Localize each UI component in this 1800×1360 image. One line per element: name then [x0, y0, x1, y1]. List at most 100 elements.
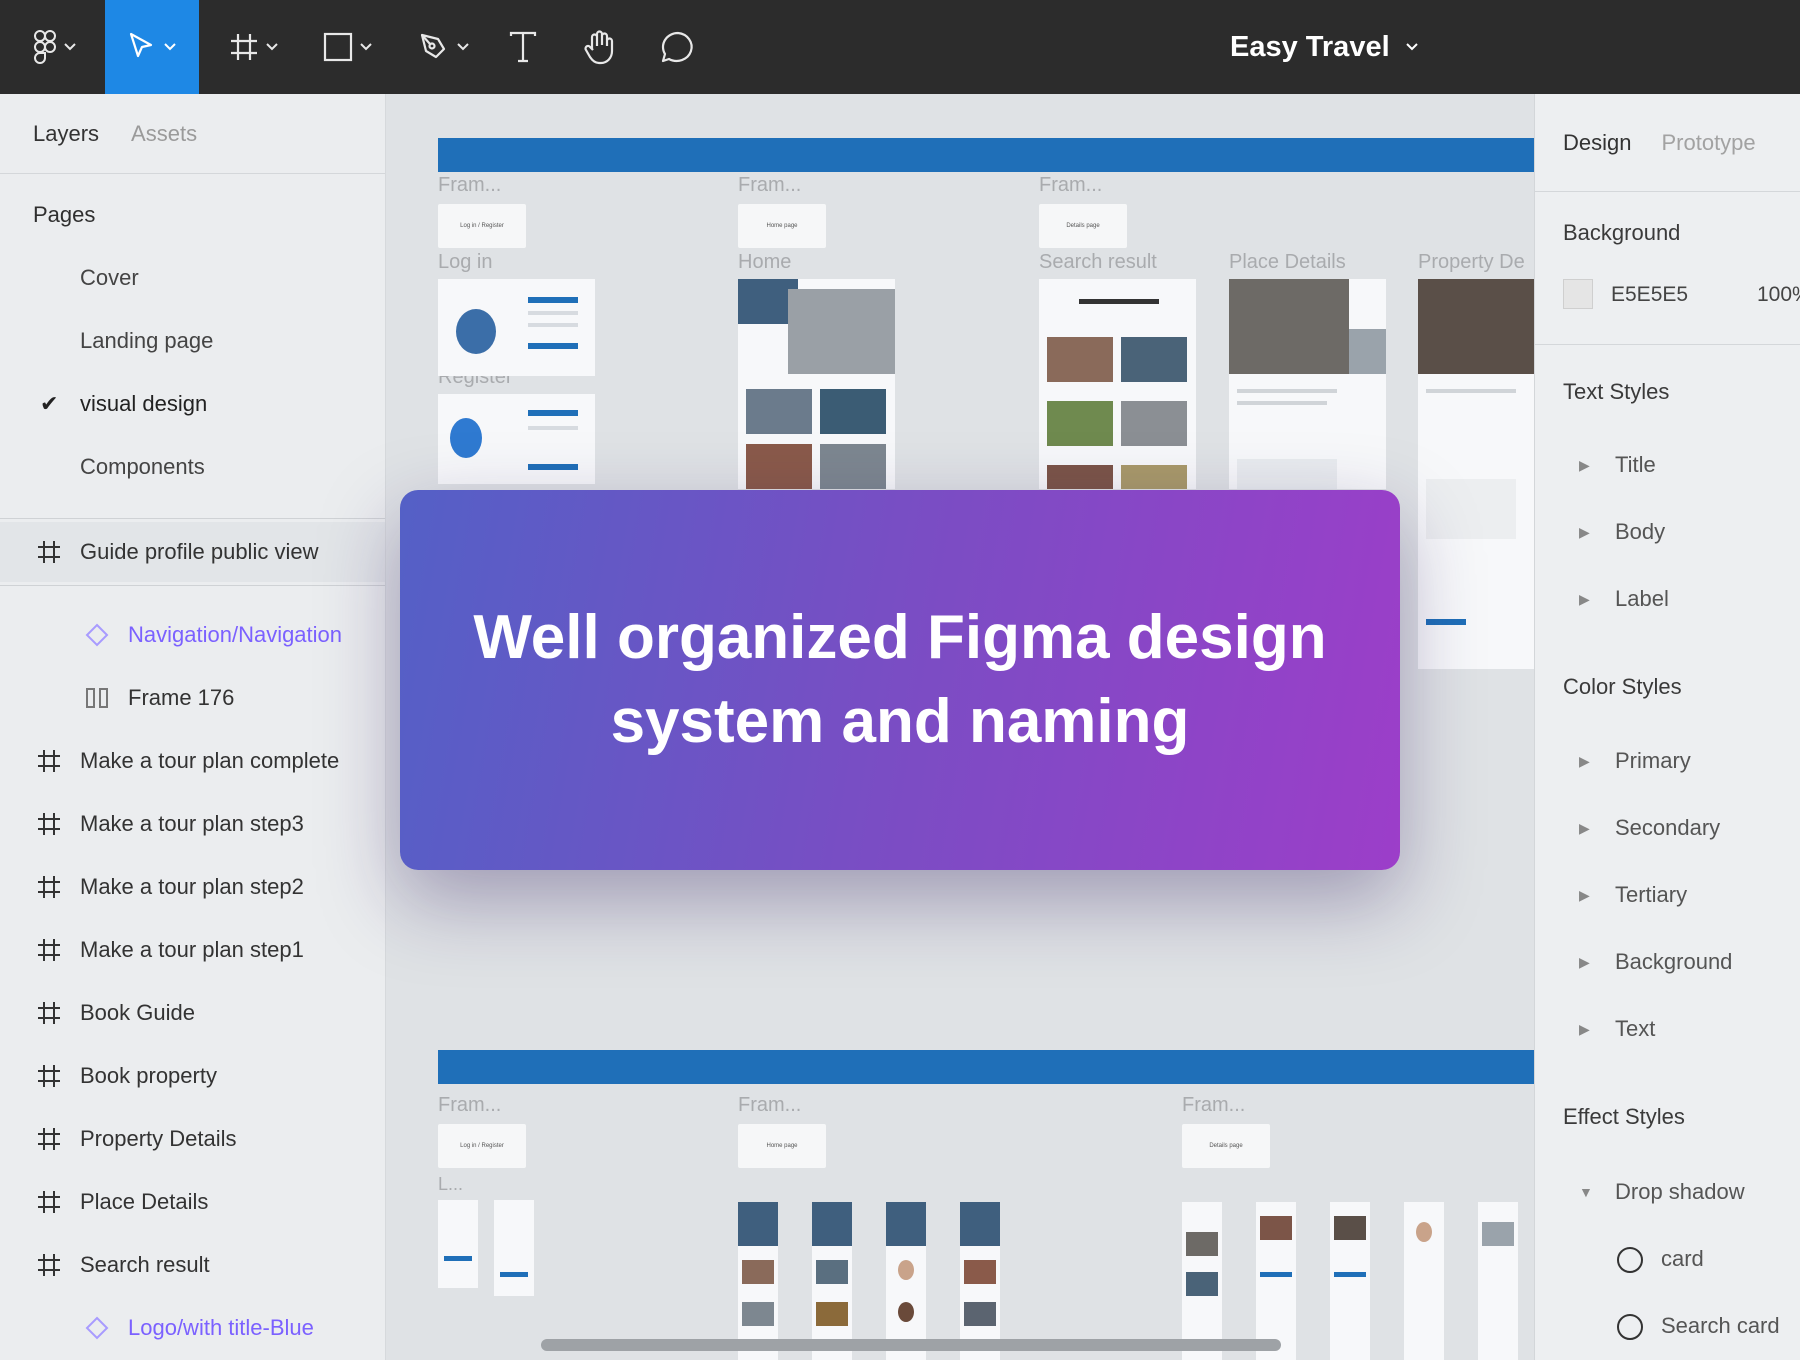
frame-label[interactable]: Fram...: [738, 174, 801, 197]
mobile-screen-thumbnail[interactable]: [1330, 1202, 1370, 1360]
frame-chip[interactable]: Log in / Register: [438, 204, 526, 248]
frame-label[interactable]: Fram...: [438, 1094, 501, 1117]
frame-chip[interactable]: Log in / Register: [438, 1124, 526, 1168]
tab-design[interactable]: Design: [1563, 130, 1631, 156]
page-item-visual-design[interactable]: visual design: [80, 391, 207, 417]
frame-chip[interactable]: Home page: [738, 1124, 826, 1168]
horizontal-scrollbar[interactable]: [541, 1339, 1281, 1351]
property-details-thumbnail[interactable]: [1418, 279, 1534, 669]
color-style-primary[interactable]: Primary: [1615, 748, 1691, 774]
comment-tool-button[interactable]: [656, 0, 700, 94]
hand-tool-button[interactable]: [578, 0, 622, 94]
effect-style-card[interactable]: card: [1661, 1246, 1704, 1272]
screen-label-search-result[interactable]: Search result: [1039, 251, 1157, 274]
mobile-screen-thumbnail[interactable]: [738, 1202, 778, 1360]
background-color-swatch[interactable]: [1563, 279, 1593, 309]
section-header-bar-top[interactable]: [438, 138, 1534, 172]
background-opacity-input[interactable]: 100%: [1757, 283, 1800, 307]
layer-make-a-tour-plan-step2[interactable]: Make a tour plan step2: [0, 857, 385, 917]
background-hex-input[interactable]: E5E5E5: [1611, 283, 1688, 307]
home-screen-thumbnail[interactable]: [738, 279, 895, 489]
divider: [1535, 344, 1800, 345]
screen-label-login[interactable]: Log in: [438, 251, 493, 274]
mobile-screen-thumbnail[interactable]: [960, 1202, 1000, 1360]
banner-headline: Well organized Figma design system and n…: [473, 603, 1327, 756]
text-styles-heading: Text Styles: [1563, 379, 1670, 404]
section-header-bar-bottom[interactable]: [438, 1050, 1534, 1084]
frame-icon: [38, 1128, 60, 1150]
layer-navigation-component[interactable]: Navigation/Navigation: [0, 605, 385, 665]
layer-search-result[interactable]: Search result: [0, 1235, 385, 1295]
move-tool-button[interactable]: [105, 0, 199, 94]
search-result-thumbnail[interactable]: [1039, 279, 1196, 489]
register-screen-thumbnail[interactable]: [438, 394, 595, 484]
color-style-background[interactable]: Background: [1615, 949, 1732, 975]
mobile-screen-thumbnail[interactable]: [494, 1200, 534, 1296]
text-tool-button[interactable]: [502, 0, 544, 94]
page-item-components[interactable]: Components: [80, 454, 205, 480]
frame-tool-button[interactable]: [222, 0, 286, 94]
frame-icon: [38, 541, 60, 563]
page-item-landing-page[interactable]: Landing page: [80, 328, 213, 354]
mobile-screen-thumbnail[interactable]: [1478, 1202, 1518, 1360]
figma-logo-icon: [33, 30, 56, 64]
frame-icon: [38, 939, 60, 961]
place-details-thumbnail[interactable]: [1229, 279, 1386, 489]
frame-label[interactable]: Fram...: [438, 174, 501, 197]
color-style-secondary[interactable]: Secondary: [1615, 815, 1720, 841]
text-style-body[interactable]: Body: [1615, 519, 1665, 545]
text-style-label[interactable]: Label: [1615, 586, 1669, 612]
file-title: Easy Travel: [1230, 30, 1390, 63]
layer-make-a-tour-plan-step3[interactable]: Make a tour plan step3: [0, 794, 385, 854]
frame-label[interactable]: Fram...: [1182, 1094, 1245, 1117]
frame-label[interactable]: L...: [438, 1174, 463, 1195]
check-icon: ✔: [40, 391, 59, 416]
layer-book-property[interactable]: Book property: [0, 1046, 385, 1106]
frame-chip[interactable]: Details page: [1182, 1124, 1270, 1168]
tab-prototype[interactable]: Prototype: [1661, 130, 1755, 156]
login-screen-thumbnail[interactable]: [438, 279, 595, 376]
layer-guide-profile-public-view[interactable]: Guide profile public view: [0, 522, 385, 582]
mobile-screen-thumbnail[interactable]: [1256, 1202, 1296, 1360]
layer-name: Make a tour plan complete: [80, 748, 340, 773]
color-style-text[interactable]: Text: [1615, 1016, 1655, 1042]
pen-tool-button[interactable]: [412, 0, 476, 94]
text-style-title[interactable]: Title: [1615, 452, 1656, 478]
pages-heading[interactable]: Pages: [33, 202, 95, 228]
layer-book-guide[interactable]: Book Guide: [0, 983, 385, 1043]
layer-logo-with-title-blue[interactable]: Logo/with title-Blue: [0, 1298, 385, 1358]
shape-tool-button[interactable]: [316, 0, 380, 94]
layer-place-details[interactable]: Place Details: [0, 1172, 385, 1232]
layer-make-a-tour-plan-complete[interactable]: Make a tour plan complete: [0, 731, 385, 791]
mobile-screen-thumbnail[interactable]: [812, 1202, 852, 1360]
frame-label[interactable]: Fram...: [738, 1094, 801, 1117]
caret-right-icon: ▶: [1579, 820, 1590, 836]
caret-right-icon: ▶: [1579, 887, 1590, 903]
figma-menu-button[interactable]: [20, 0, 90, 94]
mobile-screen-thumbnail[interactable]: [886, 1202, 926, 1360]
layer-name: Book Guide: [80, 1000, 195, 1025]
mobile-screen-thumbnail[interactable]: [1404, 1202, 1444, 1360]
mobile-screen-thumbnail[interactable]: [1182, 1202, 1222, 1360]
caret-down-icon: ▼: [1579, 1184, 1593, 1200]
layers-panel: Layers Assets Pages Cover Landing page ✔…: [0, 94, 386, 1360]
mobile-screen-thumbnail[interactable]: [438, 1200, 478, 1288]
chevron-down-icon: [457, 43, 469, 51]
screen-label-property-details[interactable]: Property De: [1418, 251, 1525, 274]
frame-icon: [38, 1002, 60, 1024]
file-title-menu[interactable]: Easy Travel: [1230, 0, 1420, 94]
tab-assets[interactable]: Assets: [131, 121, 197, 147]
screen-label-home[interactable]: Home: [738, 251, 791, 274]
frame-chip[interactable]: Home page: [738, 204, 826, 248]
frame-chip[interactable]: Details page: [1039, 204, 1127, 248]
tab-layers[interactable]: Layers: [33, 121, 99, 147]
page-item-cover[interactable]: Cover: [80, 265, 139, 291]
layer-make-a-tour-plan-step1[interactable]: Make a tour plan step1: [0, 920, 385, 980]
effect-group-drop-shadow[interactable]: Drop shadow: [1615, 1179, 1745, 1205]
layer-property-details[interactable]: Property Details: [0, 1109, 385, 1169]
frame-label[interactable]: Fram...: [1039, 174, 1102, 197]
color-style-tertiary[interactable]: Tertiary: [1615, 882, 1687, 908]
effect-style-search-card[interactable]: Search card: [1661, 1313, 1780, 1339]
layer-frame-176[interactable]: Frame 176: [0, 668, 385, 728]
screen-label-place-details[interactable]: Place Details: [1229, 251, 1346, 274]
